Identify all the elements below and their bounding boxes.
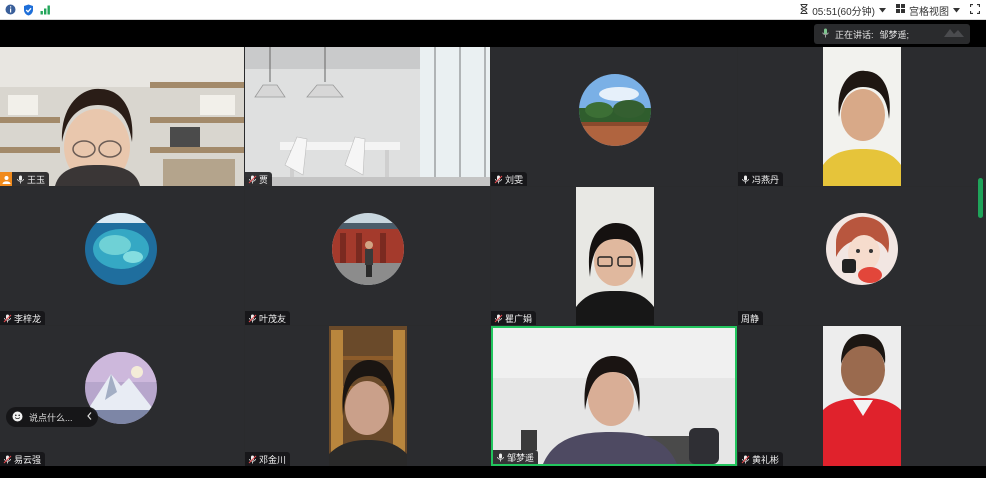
speaking-logo-icon [940, 26, 966, 42]
chevron-down-icon [879, 5, 886, 16]
participant-name: 邓金川 [259, 454, 287, 465]
participant-avatar [332, 213, 404, 285]
mic-icon [741, 175, 750, 184]
signal-icon[interactable] [40, 4, 52, 16]
chevron-left-icon[interactable] [87, 412, 92, 422]
info-icon[interactable] [4, 4, 16, 16]
participant-name: 贾 [259, 174, 269, 185]
participant-name: 易云强 [14, 454, 42, 465]
fullscreen-icon[interactable] [969, 3, 981, 17]
chat-input[interactable]: 说点什么... [6, 407, 98, 427]
participant-nametag: 冯燕丹 [738, 172, 784, 186]
participant-name: 冯燕丹 [752, 174, 780, 185]
participant-video [823, 47, 901, 186]
participant-name: 黄礼彬 [752, 454, 780, 465]
mic-icon [822, 28, 829, 40]
participant-nametag: 叶茂友 [245, 311, 291, 325]
participant-name: 李梓龙 [14, 313, 42, 324]
participant-tile[interactable]: 叶茂友 [245, 187, 490, 325]
participant-video [823, 326, 901, 466]
participant-name: 刘雯 [505, 174, 524, 185]
mic-muted-icon [494, 314, 503, 323]
participant-tile[interactable]: 王玉 [0, 47, 244, 186]
participant-name: 叶茂友 [259, 313, 287, 324]
participant-nametag: 周静 [738, 311, 764, 325]
participant-name: 瞿广娟 [505, 313, 533, 324]
participant-nametag: 邓金川 [245, 452, 291, 466]
video-grid: 王玉 贾 刘雯 冯燕丹 李梓龙 叶茂友 瞿广娟 周静 易云强 邓金川 邹梦遥 黄… [0, 47, 986, 466]
participant-video [329, 326, 407, 466]
mic-muted-icon [3, 455, 12, 464]
participant-nametag: 易云强 [0, 452, 46, 466]
participant-avatar [85, 213, 157, 285]
participant-tile[interactable]: 邓金川 [245, 326, 490, 466]
view-mode-dropdown[interactable]: 宫格视图 [896, 3, 960, 18]
participant-tile[interactable]: 冯燕丹 [738, 47, 986, 186]
grid-view-icon [896, 4, 905, 16]
participant-name: 邹梦遥 [507, 452, 535, 463]
participant-tile[interactable]: 瞿广娟 [491, 187, 737, 325]
participant-nametag: 贾 [245, 172, 273, 186]
mic-muted-icon [3, 314, 12, 323]
participant-nametag: 邹梦遥 [493, 450, 539, 464]
mic-icon [496, 453, 505, 462]
participant-avatar [826, 213, 898, 285]
chat-placeholder: 说点什么... [29, 412, 73, 423]
participant-tile-active-speaker[interactable]: 邹梦遥 [491, 326, 737, 466]
emoji-icon[interactable] [12, 411, 23, 424]
mic-muted-icon [741, 455, 750, 464]
participant-video [493, 328, 735, 464]
participant-tile[interactable]: 李梓龙 [0, 187, 244, 325]
participant-video [576, 187, 654, 325]
meeting-timer[interactable]: 05:51(60分钟) [800, 3, 886, 18]
participant-avatar [579, 74, 651, 146]
mic-muted-icon [248, 455, 257, 464]
host-icon [0, 172, 12, 186]
chevron-down-icon [953, 5, 960, 16]
participant-tile[interactable]: 周静 [738, 187, 986, 325]
participant-tile[interactable]: 刘雯 [491, 47, 737, 186]
participant-tile[interactable]: 易云强 [0, 326, 244, 466]
mic-muted-icon [248, 314, 257, 323]
participant-tile[interactable]: 黄礼彬 [738, 326, 986, 466]
participant-nametag: 王玉 [0, 172, 50, 186]
participant-nametag: 黄礼彬 [738, 452, 784, 466]
participant-nametag: 李梓龙 [0, 311, 46, 325]
speaking-name: 邹梦遥; [879, 29, 910, 40]
speaking-label: 正在讲话: [835, 29, 874, 40]
timer-text: 05:51(60分钟) [812, 6, 875, 18]
participant-video [245, 47, 490, 186]
speaking-indicator: 正在讲话: 邹梦遥; [814, 24, 970, 44]
top-toolbar: 05:51(60分钟) 宫格视图 [0, 0, 986, 20]
shield-icon[interactable] [22, 4, 34, 16]
mic-muted-icon [494, 175, 503, 184]
participant-nametag: 瞿广娟 [491, 311, 537, 325]
participant-name: 周静 [741, 313, 760, 324]
bottom-band [0, 466, 986, 478]
mic-muted-icon [248, 175, 257, 184]
mic-icon [16, 175, 25, 184]
view-mode-label: 宫格视图 [909, 6, 949, 18]
participant-tile[interactable]: 贾 [245, 47, 490, 186]
participant-name: 王玉 [27, 174, 46, 185]
scrollbar-thumb[interactable] [978, 178, 983, 218]
participant-video [0, 47, 244, 186]
participant-nametag: 刘雯 [491, 172, 528, 186]
hourglass-icon [800, 3, 808, 17]
